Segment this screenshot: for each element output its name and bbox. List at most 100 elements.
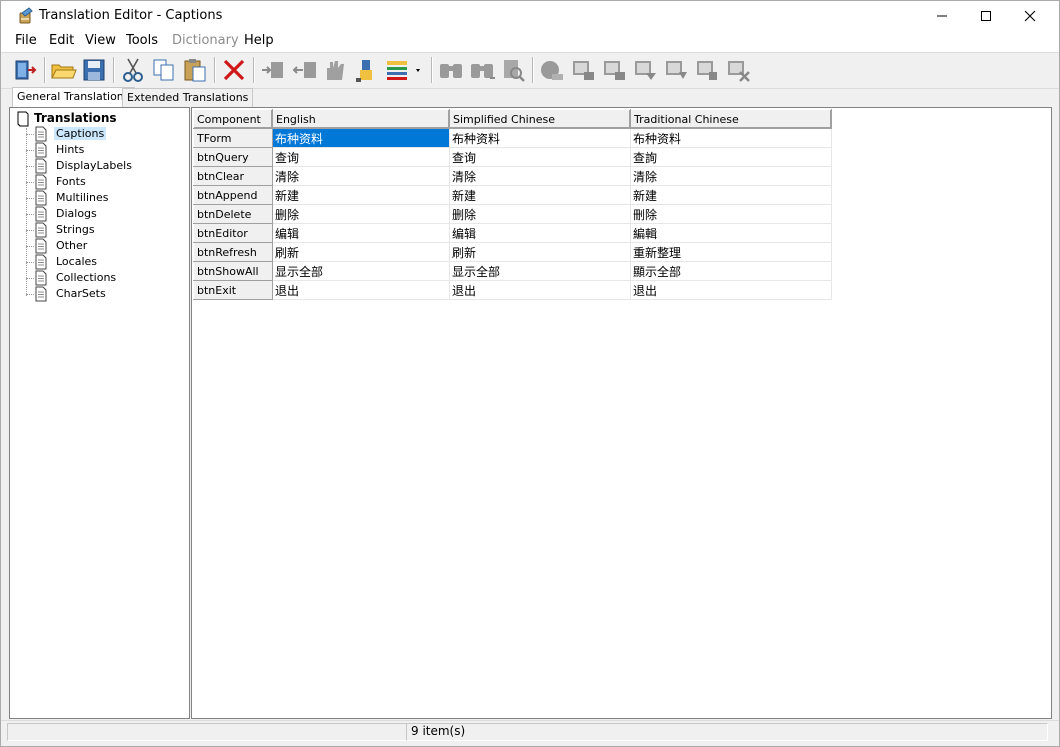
move-right-button[interactable] (259, 56, 287, 84)
tree-view[interactable]: Translations Captions Hints DisplayLabels F… (9, 107, 190, 719)
tree-item-label: Other (56, 239, 88, 252)
translate-last-button[interactable] (693, 56, 721, 84)
table-cell[interactable]: 查詢 (630, 147, 832, 167)
table-cell[interactable]: 删除 (272, 204, 450, 224)
app-icon (19, 7, 33, 24)
column-header[interactable]: Traditional Chinese (630, 109, 832, 129)
table-row[interactable]: btnAppend 新建 新建 新建 (193, 185, 832, 205)
translation-grid[interactable]: Component English Simplified Chinese Tradit… (191, 107, 1052, 719)
row-header-cell[interactable]: btnDelete (193, 204, 273, 224)
table-cell[interactable]: 重新整理 (630, 242, 832, 262)
table-cell[interactable]: 退出 (630, 280, 832, 300)
paste-icon (184, 59, 206, 82)
table-cell[interactable]: 新建 (272, 185, 450, 205)
table-cell[interactable]: 查询 (272, 147, 450, 167)
close-icon (1024, 10, 1036, 22)
table-cell[interactable]: 退出 (449, 280, 631, 300)
paste-button[interactable] (181, 56, 209, 84)
translate-down-button[interactable] (569, 56, 597, 84)
table-cell[interactable]: 新建 (630, 185, 832, 205)
translate-clear-button[interactable] (724, 56, 752, 84)
table-cell[interactable]: 刷新 (272, 242, 450, 262)
table-cell[interactable]: 編輯 (630, 223, 832, 243)
row-header-cell[interactable]: btnShowAll (193, 261, 273, 281)
table-cell[interactable]: 布种资料 (630, 128, 832, 148)
minimize-button[interactable] (919, 1, 965, 31)
table-cell[interactable]: 显示全部 (272, 261, 450, 281)
hand-button[interactable] (321, 56, 349, 84)
table-cell[interactable]: 刷新 (449, 242, 631, 262)
table-cell[interactable]: 刪除 (630, 204, 832, 224)
row-header-cell[interactable]: btnExit (193, 280, 273, 300)
table-cell[interactable]: 编辑 (449, 223, 631, 243)
row-header-cell[interactable]: btnClear (193, 166, 273, 186)
menu-tools[interactable]: Tools (126, 33, 158, 48)
document-icon (35, 222, 47, 238)
menu-dictionary[interactable]: Dictionary (172, 33, 239, 48)
table-cell[interactable]: 查询 (449, 147, 631, 167)
status-panel-left (7, 723, 407, 741)
table-cell[interactable]: 删除 (449, 204, 631, 224)
find-replace-button[interactable] (499, 56, 527, 84)
table-row[interactable]: btnQuery 查询 查询 查詢 (193, 147, 832, 167)
table-row[interactable]: btnRefresh 刷新 刷新 重新整理 (193, 242, 832, 262)
tree-connector (26, 278, 34, 279)
tree-connector (26, 198, 34, 199)
find-next-button[interactable] (468, 56, 496, 84)
translate-button[interactable] (538, 56, 566, 84)
row-header-cell[interactable]: btnQuery (193, 147, 273, 167)
translate-next-button[interactable] (631, 56, 659, 84)
table-cell[interactable]: 布种资料 (272, 128, 450, 148)
table-cell[interactable]: 显示全部 (449, 261, 631, 281)
table-row[interactable]: TForm 布种资料 布种资料 布种资料 (193, 128, 832, 148)
menu-file[interactable]: File (15, 33, 37, 48)
save-button[interactable] (80, 56, 108, 84)
table-row[interactable]: btnClear 清除 清除 清除 (193, 166, 832, 186)
maximize-button[interactable] (963, 1, 1009, 31)
menu-edit[interactable]: Edit (49, 33, 74, 48)
copy-button[interactable] (150, 56, 178, 84)
row-header-cell[interactable]: btnEditor (193, 223, 273, 243)
window-title: Translation Editor - Captions (39, 8, 223, 23)
table-row[interactable]: btnShowAll 显示全部 显示全部 顯示全部 (193, 261, 832, 281)
grid-table: Component English Simplified Chinese Tradit… (193, 109, 832, 300)
row-header-cell[interactable]: btnRefresh (193, 242, 273, 262)
table-cell[interactable]: 布种资料 (449, 128, 631, 148)
table-cell[interactable]: 清除 (630, 166, 832, 186)
exit-button[interactable] (11, 56, 39, 84)
find-button[interactable] (437, 56, 465, 84)
tree-item-label: DisplayLabels (56, 159, 132, 172)
table-row[interactable]: btnDelete 删除 删除 刪除 (193, 204, 832, 224)
table-cell[interactable]: 清除 (272, 166, 450, 186)
column-header[interactable]: English (272, 109, 450, 129)
tree-root-label: Translations (34, 111, 117, 125)
translate-prev-button[interactable] (662, 56, 690, 84)
table-cell[interactable]: 编辑 (272, 223, 450, 243)
table-row[interactable]: btnExit 退出 退出 退出 (193, 280, 832, 300)
tab-general-translations[interactable]: General Translations (12, 87, 135, 108)
translate-up-button[interactable] (600, 56, 628, 84)
document-icon (35, 126, 47, 142)
tree-connector (26, 150, 34, 151)
menu-help[interactable]: Help (244, 33, 274, 48)
table-row[interactable]: btnEditor 编辑 编辑 編輯 (193, 223, 832, 243)
row-header-cell[interactable]: btnAppend (193, 185, 273, 205)
highlight-button[interactable] (352, 56, 380, 84)
open-button[interactable] (49, 56, 77, 84)
delete-button[interactable] (220, 56, 248, 84)
tree-item-label: Dialogs (56, 207, 97, 220)
table-cell[interactable]: 新建 (449, 185, 631, 205)
cut-button[interactable] (119, 56, 147, 84)
table-cell[interactable]: 退出 (272, 280, 450, 300)
move-left-button[interactable] (290, 56, 318, 84)
column-header[interactable]: Simplified Chinese (449, 109, 631, 129)
row-header-cell[interactable]: TForm (193, 128, 273, 148)
translate-last-icon (697, 61, 717, 80)
menu-view[interactable]: View (85, 33, 116, 48)
table-cell[interactable]: 清除 (449, 166, 631, 186)
close-button[interactable] (1007, 1, 1053, 31)
column-header[interactable]: Component (193, 109, 273, 129)
list-options-button[interactable] (383, 56, 423, 84)
table-cell[interactable]: 顯示全部 (630, 261, 832, 281)
tab-extended-translations[interactable]: Extended Translations (122, 88, 254, 107)
